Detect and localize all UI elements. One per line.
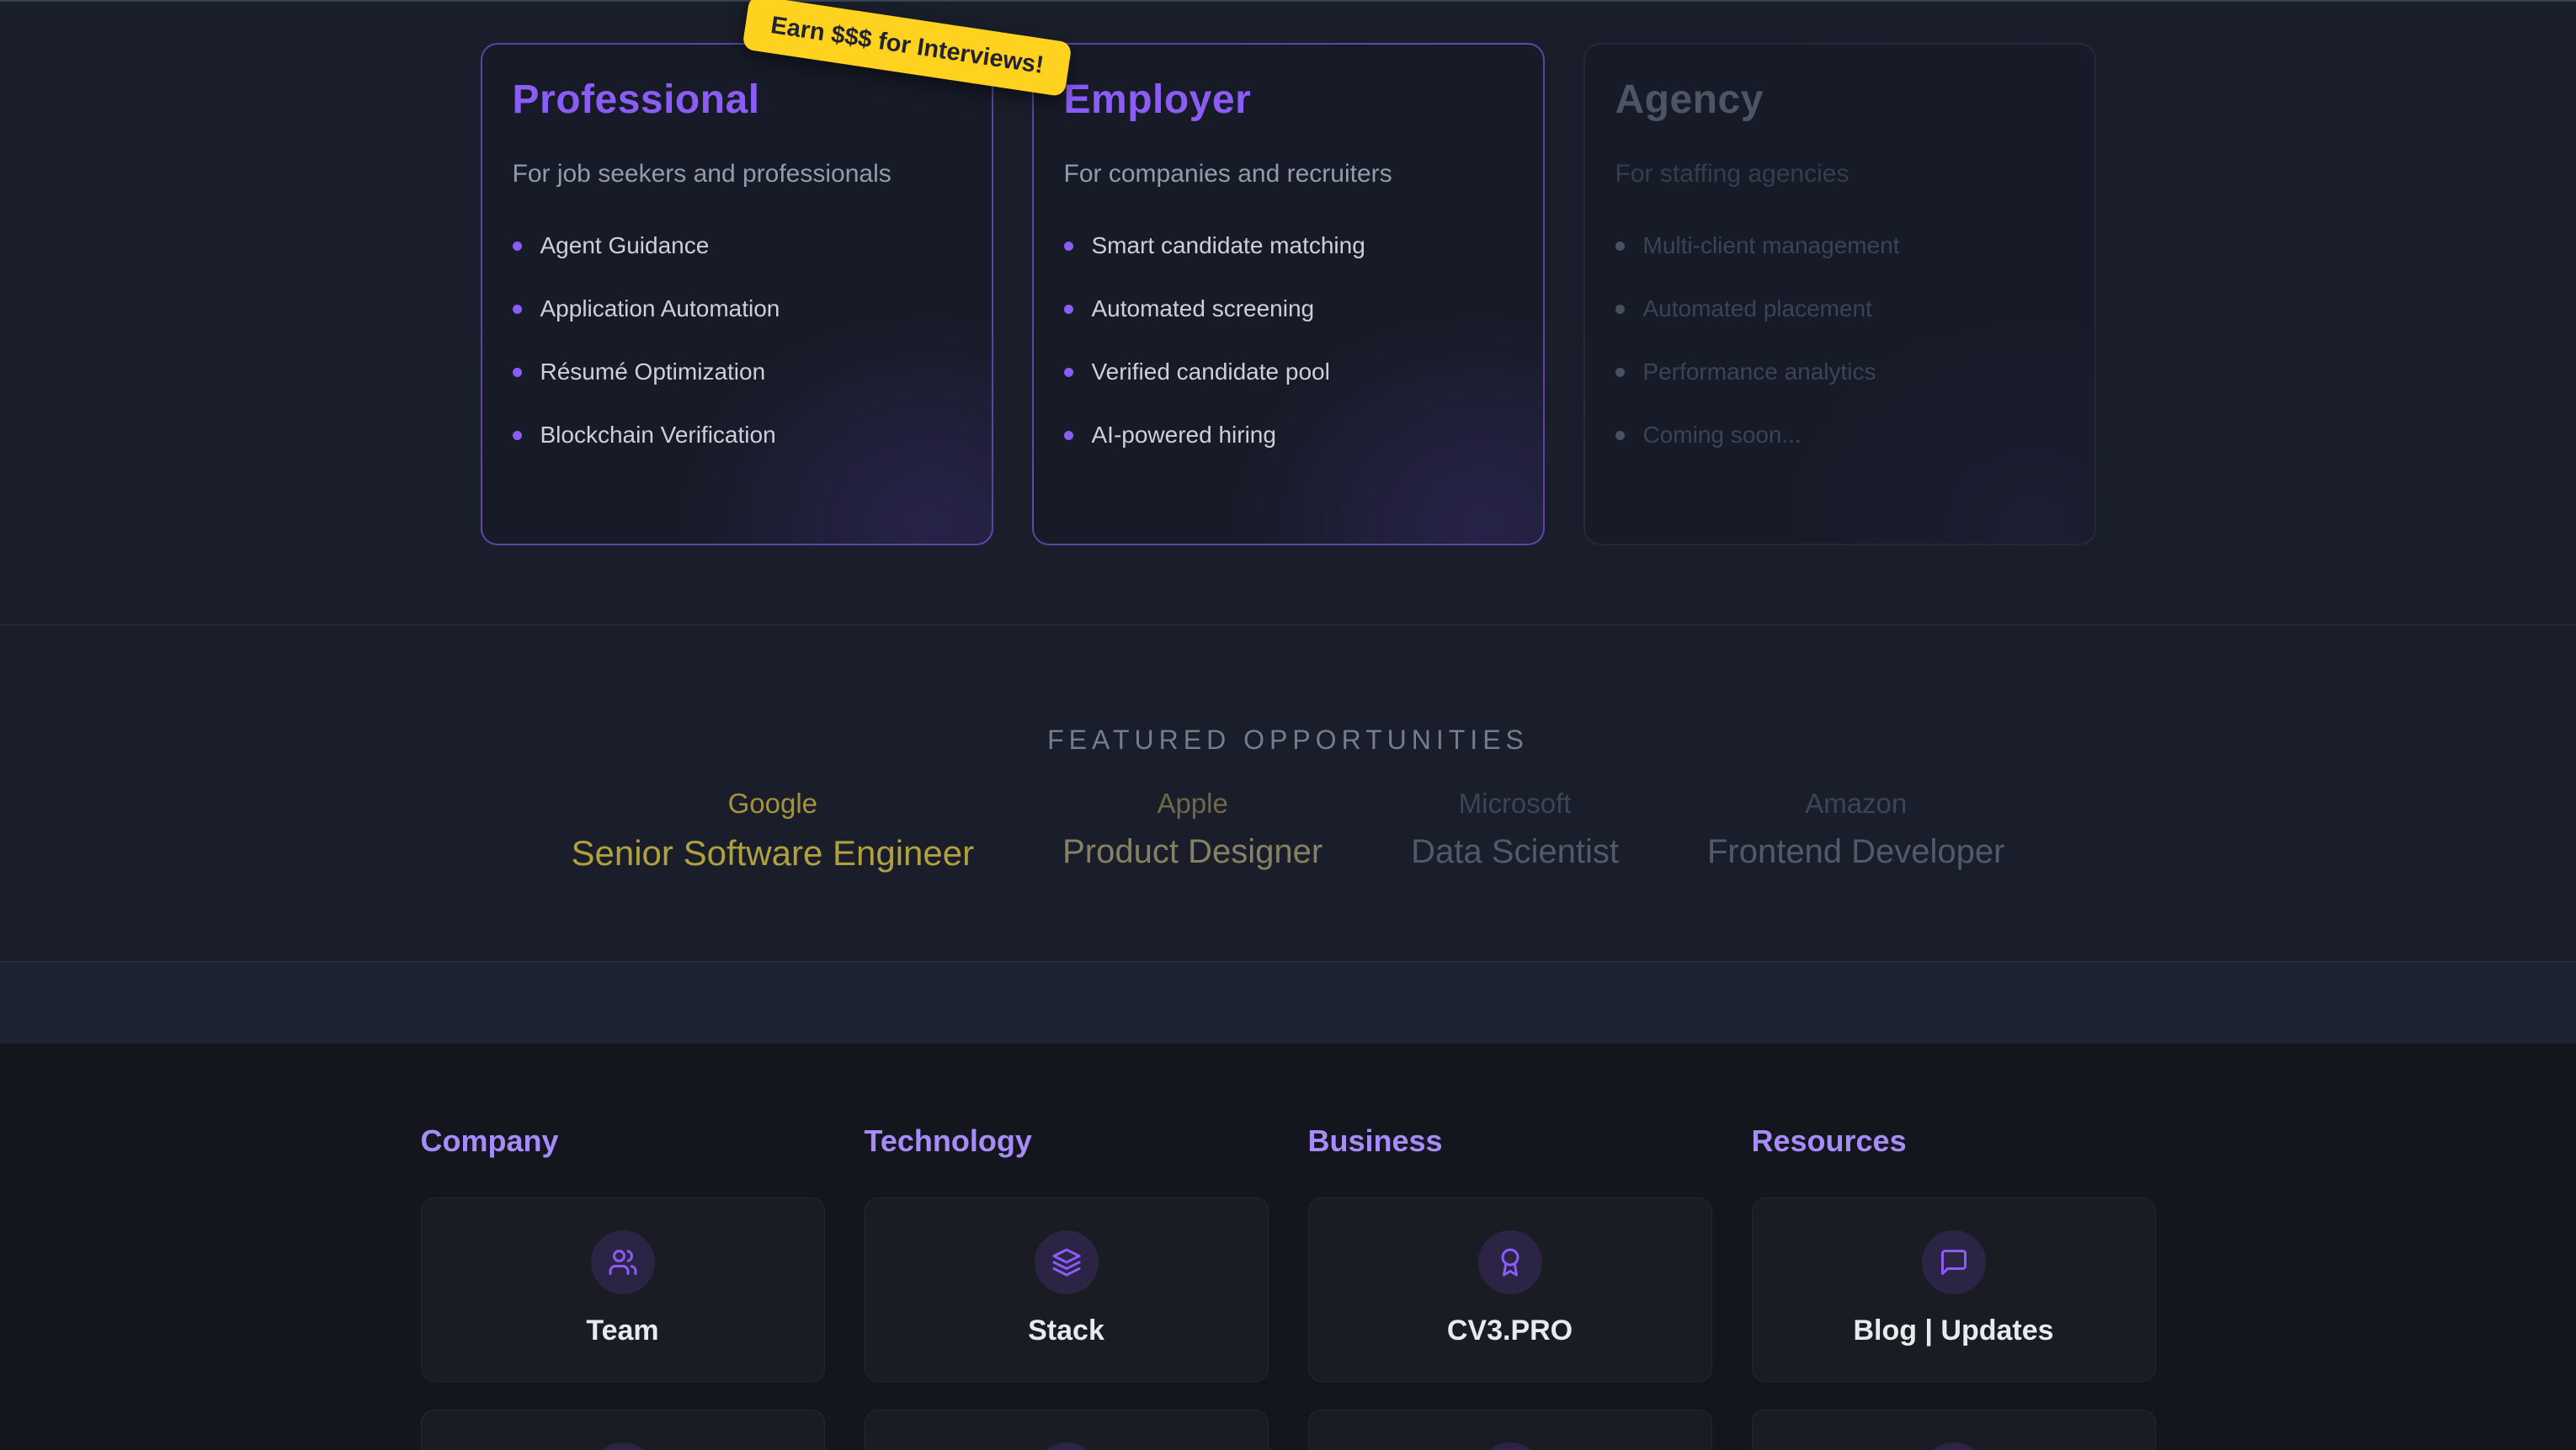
footer-column-company: Company Team [421, 1123, 825, 1450]
plan-feature-label: Performance analytics [1643, 359, 1876, 385]
plan-feature-label: Smart candidate matching [1092, 232, 1365, 259]
bullet-dot-icon [513, 305, 522, 314]
plan-subtitle: For companies and recruiters [1064, 160, 1513, 189]
featured-item-amazon[interactable]: Amazon Frontend Developer [1707, 788, 2005, 871]
plan-feature-label: AI-powered hiring [1092, 422, 1276, 449]
plan-feature: AI-powered hiring [1064, 422, 1513, 449]
plan-feature-label: Multi-client management [1643, 232, 1900, 259]
featured-item-apple[interactable]: Apple Product Designer [1062, 788, 1323, 871]
plan-feature-label: Verified candidate pool [1092, 359, 1330, 385]
plan-feature: Automated screening [1064, 295, 1513, 322]
featured-company: Amazon [1707, 788, 2005, 820]
footer-card-label: Stack [865, 1315, 1268, 1347]
plan-feature: Agent Guidance [513, 232, 961, 259]
featured-company: Google [572, 788, 975, 820]
plan-feature-list: Multi-client management Automated placem… [1615, 232, 2064, 449]
section-spacer [0, 962, 2576, 1044]
plan-feature-label: Blockchain Verification [540, 422, 776, 449]
plan-feature: Automated placement [1615, 295, 2064, 322]
bullet-dot-icon [1615, 305, 1625, 314]
footer-grid: Company Team Technology Stack [421, 1123, 2156, 1450]
plan-subtitle: For staffing agencies [1615, 160, 2064, 189]
plan-feature-label: Automated screening [1092, 295, 1315, 322]
plan-feature: Performance analytics [1615, 359, 2064, 385]
featured-section-title: FEATURED OPPORTUNITIES [0, 625, 2576, 756]
featured-role: Product Designer [1062, 833, 1323, 871]
bullet-dot-icon [1615, 242, 1625, 251]
footer-column-title: Business [1308, 1123, 1712, 1159]
plan-feature-list: Agent Guidance Application Automation Ré… [513, 232, 961, 449]
bullet-dot-icon [513, 242, 522, 251]
bullet-dot-icon [1064, 305, 1073, 314]
bullet-dot-icon [513, 368, 522, 377]
featured-role: Frontend Developer [1707, 833, 2005, 871]
plan-feature: Multi-client management [1615, 232, 2064, 259]
plan-feature-label: Application Automation [540, 295, 780, 322]
bullet-dot-icon [1064, 242, 1073, 251]
bullet-dot-icon [1064, 368, 1073, 377]
users-icon [591, 1230, 655, 1294]
footer-column-title: Resources [1752, 1123, 2156, 1159]
footer-column-business: Business CV3.PRO [1308, 1123, 1712, 1450]
footer-card-partial[interactable] [1752, 1410, 2156, 1450]
plan-feature-label: Résumé Optimization [540, 359, 766, 385]
landing-page: Earn $$$ for Interviews! Professional Fo… [0, 0, 2576, 1450]
footer: Company Team Technology Stack [0, 1044, 2576, 1450]
plan-title: Employer [1064, 77, 1513, 123]
bullet-dot-icon [1615, 431, 1625, 440]
bullet-dot-icon [1615, 368, 1625, 377]
footer-card-partial[interactable] [1308, 1410, 1712, 1450]
footer-card-label: CV3.PRO [1309, 1315, 1711, 1347]
plan-feature-label: Coming soon... [1643, 422, 1802, 449]
footer-card-team[interactable]: Team [421, 1198, 825, 1382]
footer-column-resources: Resources Blog | Updates [1752, 1123, 2156, 1450]
featured-role: Senior Software Engineer [572, 833, 975, 874]
featured-item-google[interactable]: Google Senior Software Engineer [572, 788, 975, 874]
featured-item-microsoft[interactable]: Microsoft Data Scientist [1411, 788, 1619, 871]
featured-company: Microsoft [1411, 788, 1619, 820]
footer-card-stack[interactable]: Stack [865, 1198, 1269, 1382]
plan-title: Agency [1615, 77, 2064, 123]
plan-card-agency: Agency For staffing agencies Multi-clien… [1583, 43, 2096, 545]
plan-feature-label: Automated placement [1643, 295, 1872, 322]
plan-feature: Coming soon... [1615, 422, 2064, 449]
plan-feature: Blockchain Verification [513, 422, 961, 449]
plan-feature-list: Smart candidate matching Automated scree… [1064, 232, 1513, 449]
footer-card-blog[interactable]: Blog | Updates [1752, 1198, 2156, 1382]
plan-feature: Smart candidate matching [1064, 232, 1513, 259]
award-icon [1478, 1230, 1542, 1294]
plan-feature: Verified candidate pool [1064, 359, 1513, 385]
plan-feature: Application Automation [513, 295, 961, 322]
plan-feature: Résumé Optimization [513, 359, 961, 385]
plans-row: Professional For job seekers and profess… [0, 2, 2576, 545]
footer-card-partial[interactable] [865, 1410, 1269, 1450]
footer-card-cv3pro[interactable]: CV3.PRO [1308, 1198, 1712, 1382]
featured-company: Apple [1062, 788, 1323, 820]
footer-column-title: Company [421, 1123, 825, 1159]
footer-column-title: Technology [865, 1123, 1269, 1159]
footer-card-label: Team [422, 1315, 824, 1347]
partial-card-icon [591, 1442, 655, 1450]
footer-card-label: Blog | Updates [1753, 1315, 2155, 1347]
layers-icon [1035, 1230, 1099, 1294]
featured-role: Data Scientist [1411, 833, 1619, 871]
plan-card-employer[interactable]: Employer For companies and recruiters Sm… [1032, 43, 1545, 545]
plan-subtitle: For job seekers and professionals [513, 160, 961, 189]
partial-card-icon [1922, 1442, 1986, 1450]
plan-title: Professional [513, 77, 961, 123]
plans-section: Earn $$$ for Interviews! Professional Fo… [0, 0, 2576, 625]
featured-opportunities-section: FEATURED OPPORTUNITIES Google Senior Sof… [0, 625, 2576, 962]
partial-card-icon [1035, 1442, 1099, 1450]
bullet-dot-icon [1064, 431, 1073, 440]
featured-carousel: Google Senior Software Engineer Apple Pr… [0, 788, 2576, 874]
footer-card-partial[interactable] [421, 1410, 825, 1450]
plan-card-professional[interactable]: Professional For job seekers and profess… [481, 43, 993, 545]
partial-card-icon [1478, 1442, 1542, 1450]
plan-feature-label: Agent Guidance [540, 232, 710, 259]
message-square-icon [1922, 1230, 1986, 1294]
footer-column-technology: Technology Stack [865, 1123, 1269, 1450]
bullet-dot-icon [513, 431, 522, 440]
